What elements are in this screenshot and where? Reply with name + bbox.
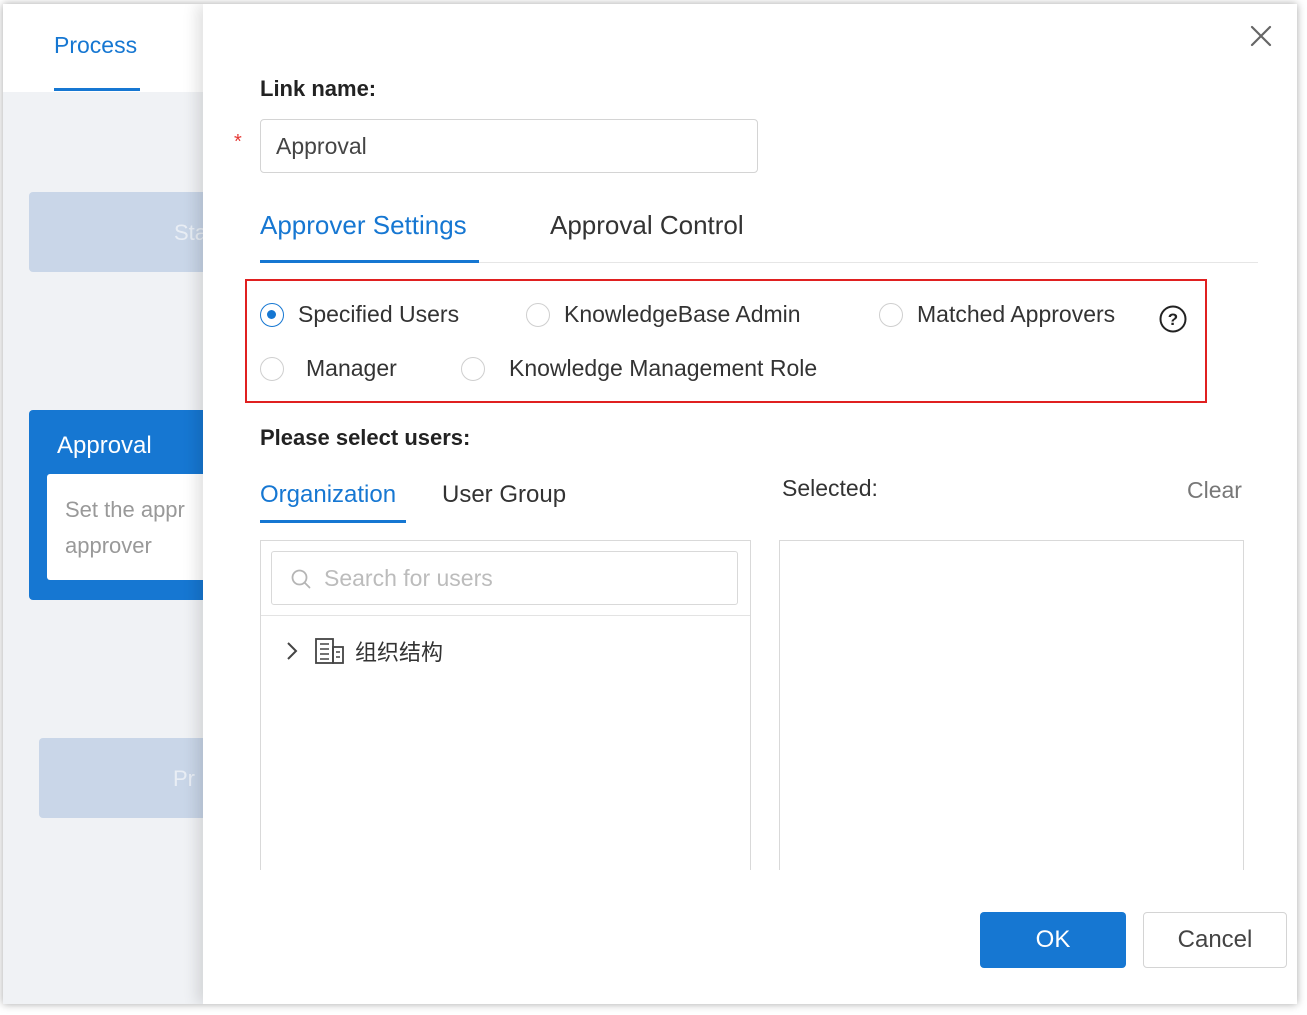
chevron-right-icon[interactable] xyxy=(281,638,303,664)
radio-matched-approvers[interactable]: Matched Approvers xyxy=(879,301,1115,328)
link-name-input[interactable] xyxy=(260,119,758,173)
radio-specified-users[interactable]: Specified Users xyxy=(260,301,459,328)
building-icon xyxy=(315,638,344,664)
tab-approver-settings[interactable]: Approver Settings xyxy=(260,210,467,241)
link-name-label: Link name: xyxy=(260,76,377,101)
radio-label: Specified Users xyxy=(298,301,460,327)
approver-type-group xyxy=(245,279,1207,403)
tree-node-root[interactable]: 组织结构 xyxy=(281,635,443,667)
search-icon xyxy=(291,569,311,589)
close-icon[interactable] xyxy=(1247,22,1275,50)
question-circle-icon[interactable]: ? xyxy=(1158,304,1188,334)
radio-unchecked-icon xyxy=(879,302,903,327)
tab-active-indicator xyxy=(260,260,479,263)
clear-button[interactable]: Clear xyxy=(1187,477,1242,504)
radio-label: Matched Approvers xyxy=(917,301,1116,327)
panel-divider xyxy=(261,615,750,616)
tree-node-label: 组织结构 xyxy=(355,641,444,666)
app-window: Process Sta Approval Set the appr approv… xyxy=(3,4,1297,1004)
select-users-label: Please select users: xyxy=(260,425,471,450)
background-tabbar: Process xyxy=(3,4,203,92)
flow-node-approval[interactable]: Approval Set the appr approver xyxy=(29,410,247,600)
radio-manager[interactable]: Manager xyxy=(260,355,397,382)
flow-node-approval-title: Approval xyxy=(57,432,152,459)
radio-unchecked-icon xyxy=(526,302,550,327)
tab-user-group[interactable]: User Group xyxy=(442,481,566,509)
tab-approval-control[interactable]: Approval Control xyxy=(550,210,744,241)
tab-organization[interactable]: Organization xyxy=(260,481,396,509)
flow-node-process-label: Pr xyxy=(173,766,195,791)
tab-process[interactable]: Process xyxy=(54,32,137,59)
selected-label: Selected: xyxy=(782,475,878,501)
radio-label: KnowledgeBase Admin xyxy=(564,301,801,327)
svg-text:?: ? xyxy=(1168,310,1178,329)
ok-button[interactable]: OK xyxy=(980,912,1126,968)
radio-knowledge-management-role[interactable]: Knowledge Management Role xyxy=(461,355,817,382)
required-mark: * xyxy=(234,131,242,153)
search-box xyxy=(271,551,738,605)
radio-checked-icon xyxy=(260,302,284,327)
tab-active-indicator xyxy=(54,88,140,91)
radio-label: Manager xyxy=(306,355,397,381)
selected-users-panel xyxy=(779,540,1244,870)
flow-node-start[interactable]: Sta xyxy=(29,192,229,272)
flow-node-process[interactable]: Pr xyxy=(39,738,229,818)
radio-unchecked-icon xyxy=(260,356,284,381)
radio-unchecked-icon xyxy=(461,356,485,381)
subtab-active-indicator xyxy=(260,520,406,523)
user-tree-panel: 组织结构 xyxy=(260,540,751,870)
node-settings-drawer: Link name: * Approver Settings Approval … xyxy=(203,4,1297,1004)
search-input[interactable] xyxy=(324,552,724,604)
radio-knowledgebase-admin[interactable]: KnowledgeBase Admin xyxy=(526,301,801,328)
radio-label: Knowledge Management Role xyxy=(509,355,818,381)
cancel-button[interactable]: Cancel xyxy=(1143,912,1287,968)
